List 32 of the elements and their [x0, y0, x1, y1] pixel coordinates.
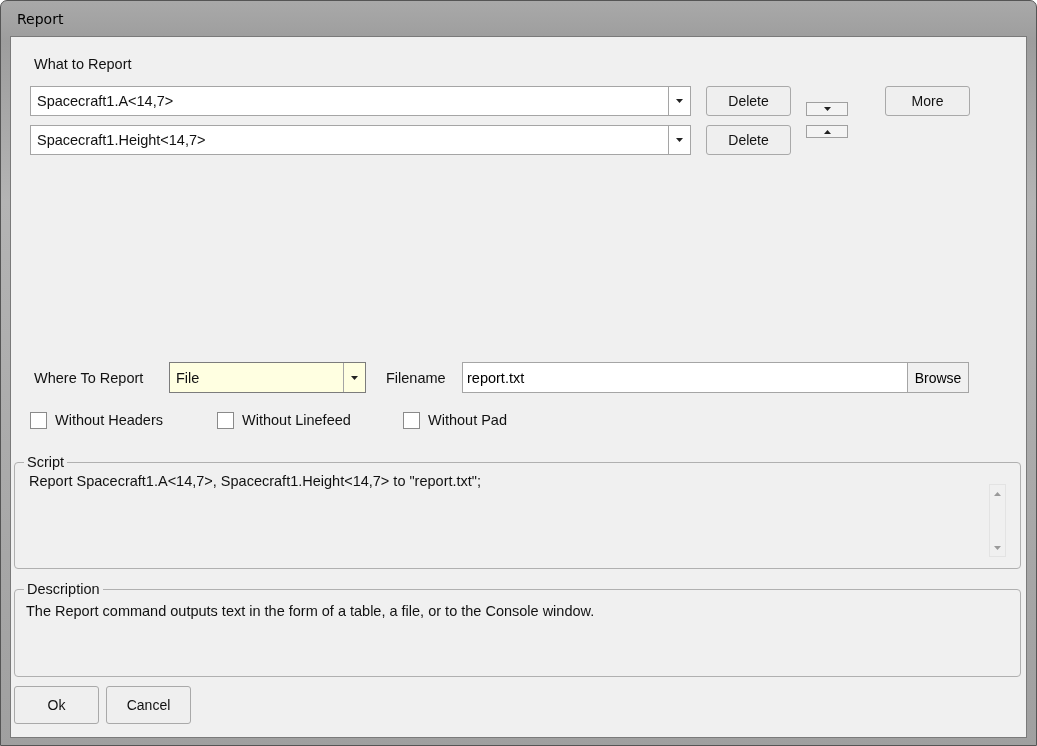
script-text: Report Spacecraft1.A<14,7>, Spacecraft1.Height<14,7> to "report.txt"; — [29, 472, 482, 489]
more-button[interactable]: More — [885, 86, 970, 116]
group-title: Description — [26, 581, 101, 597]
description-text: The Report command outputs text in the form of a table, a file, or to the Console window. — [26, 602, 596, 619]
delete-button[interactable]: Delete — [706, 125, 791, 155]
up-arrow-icon — [823, 129, 831, 134]
field-label: Filename — [386, 369, 447, 386]
checkbox-label: Without Headers — [55, 412, 163, 428]
destination-dropdown[interactable]: File — [169, 362, 366, 393]
dropdown-arrow-icon — [676, 99, 683, 103]
delete-button[interactable]: Delete — [706, 86, 791, 116]
checkbox-label: Without Linefeed — [242, 412, 351, 428]
move-down-button[interactable] — [806, 102, 848, 116]
dropdown-arrow-icon — [351, 375, 358, 380]
field-label: Where To Report — [34, 369, 145, 386]
window-title: Report — [17, 10, 64, 27]
section-label: What to Report — [34, 56, 133, 73]
variable-dropdown[interactable]: Spacecraft1.Height<14,7> — [30, 125, 691, 155]
browse-button[interactable]: Browse — [908, 362, 969, 393]
scrollbar[interactable] — [989, 484, 1006, 557]
checkbox[interactable] — [403, 411, 420, 429]
checkbox[interactable] — [217, 411, 234, 429]
variable-dropdown[interactable]: Spacecraft1.A<14,7> — [30, 86, 691, 116]
down-arrow-icon — [823, 107, 831, 111]
group-title: Script — [26, 454, 66, 470]
checkbox[interactable] — [30, 411, 47, 429]
dialog-button[interactable]: Cancel — [106, 686, 191, 724]
move-up-button[interactable] — [806, 125, 848, 138]
dropdown-arrow-icon — [676, 138, 683, 142]
filename-field[interactable]: report.txt — [462, 362, 908, 393]
dialog-button[interactable]: Ok — [14, 686, 99, 724]
checkbox-label: Without Pad — [428, 412, 507, 428]
